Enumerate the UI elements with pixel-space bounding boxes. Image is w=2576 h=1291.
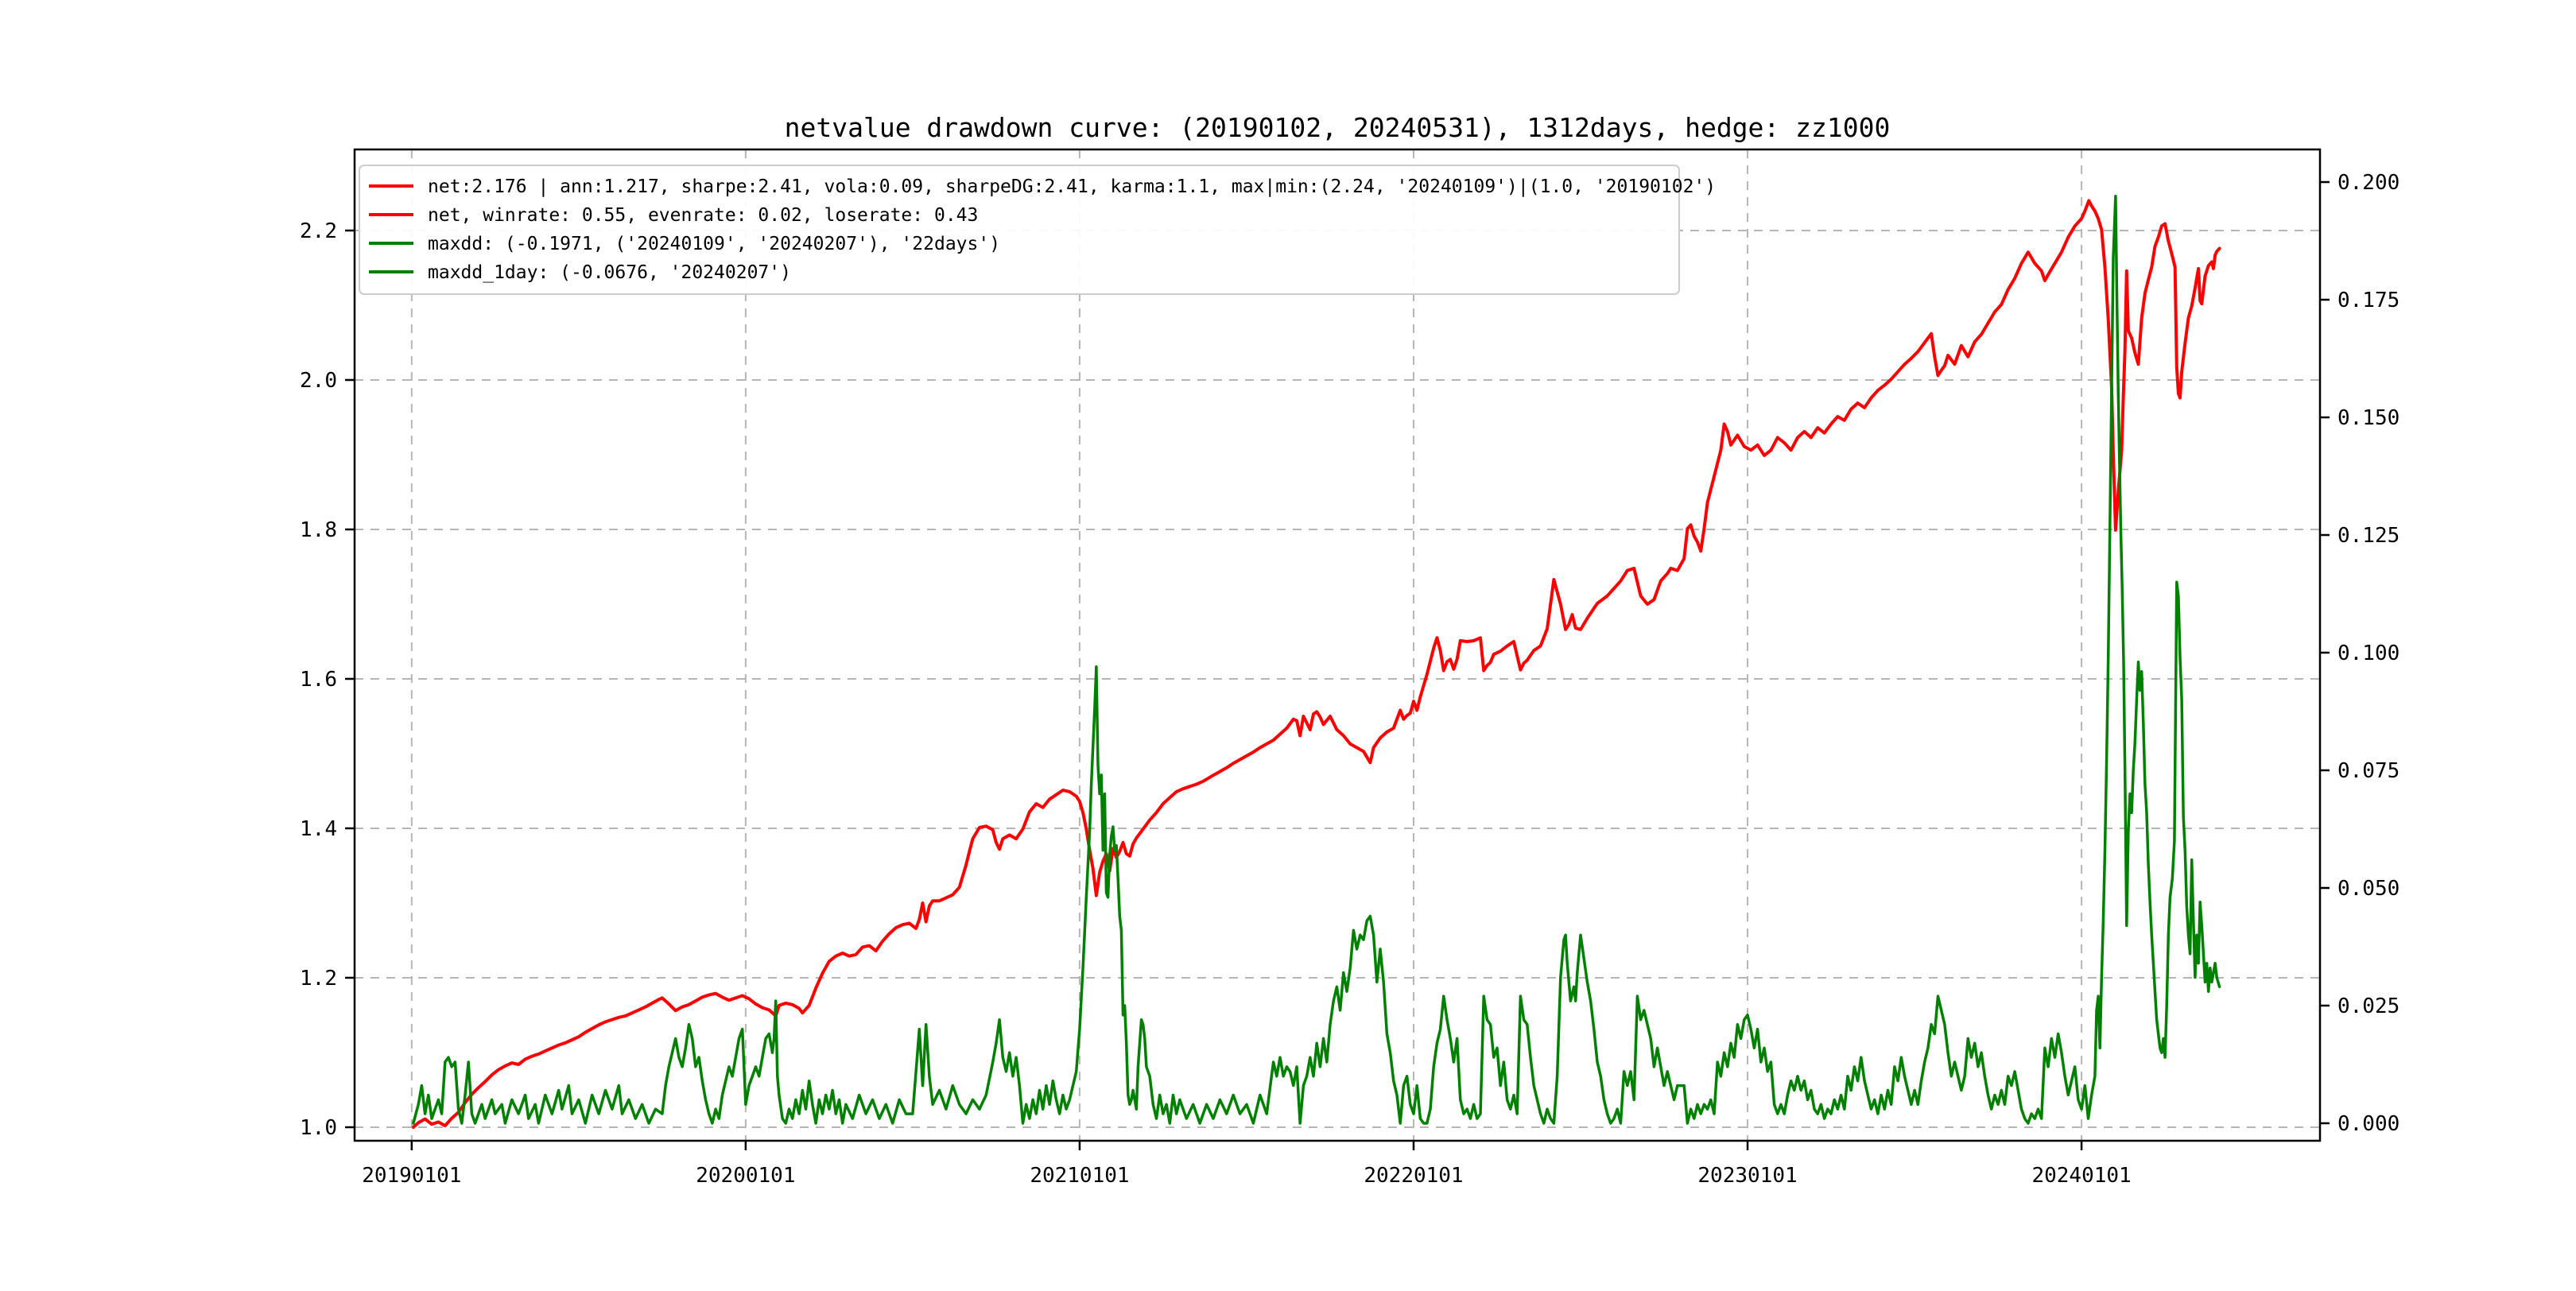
- left-y-tick-label: 2.2: [300, 219, 337, 243]
- x-tick-label: 20240101: [2031, 1164, 2131, 1188]
- right-y-tick-label: 0.125: [2337, 524, 2399, 548]
- legend-item-net-stats: net:2.176 | ann:1.217, sharpe:2.41, vola…: [369, 176, 1716, 197]
- left-y-tick-label: 1.2: [300, 967, 337, 991]
- chart-canvas: netvalue drawdown curve: (20190102, 2024…: [0, 0, 2576, 1288]
- left-y-tick-label: 1.6: [300, 668, 337, 692]
- right-y-tick-label: 0.050: [2337, 877, 2399, 901]
- axis-ticks: [345, 182, 2330, 1150]
- x-tick-label: 20210101: [1030, 1164, 1129, 1188]
- left-y-tick-label: 1.0: [300, 1116, 337, 1140]
- legend-item-maxdd-1day: maxdd_1day: (-0.0676, '20240207'): [369, 262, 791, 283]
- x-tick-label: 20190101: [362, 1164, 461, 1188]
- x-tick-label: 20220101: [1364, 1164, 1463, 1188]
- x-tick-label: 20200101: [696, 1164, 795, 1188]
- legend-label-maxdd: maxdd: (-0.1971, ('20240109', '20240207'…: [428, 234, 1000, 254]
- legend-label-net-stats: net:2.176 | ann:1.217, sharpe:2.41, vola…: [428, 176, 1716, 197]
- net-curve: [413, 200, 2220, 1127]
- series-layer: [413, 196, 2220, 1127]
- right-y-tick-label: 0.075: [2337, 759, 2399, 783]
- legend-item-net-rates: net, winrate: 0.55, evenrate: 0.02, lose…: [369, 205, 978, 226]
- left-y-tick-label: 1.4: [300, 817, 337, 841]
- legend-item-maxdd: maxdd: (-0.1971, ('20240109', '20240207'…: [369, 234, 1000, 254]
- legend-box: net:2.176 | ann:1.217, sharpe:2.41, vola…: [359, 165, 1716, 294]
- right-y-tick-label: 0.025: [2337, 994, 2399, 1018]
- left-y-tick-label: 1.8: [300, 518, 337, 542]
- legend-label-maxdd-1day: maxdd_1day: (-0.0676, '20240207'): [428, 262, 791, 283]
- left-y-tick-label: 2.0: [300, 369, 337, 393]
- right-y-tick-label: 0.200: [2337, 171, 2399, 195]
- right-y-tick-label: 0.100: [2337, 642, 2399, 665]
- chart-title: netvalue drawdown curve: (20190102, 2024…: [785, 112, 1891, 143]
- legend-label-net-rates: net, winrate: 0.55, evenrate: 0.02, lose…: [428, 205, 978, 226]
- right-y-tick-label: 0.000: [2337, 1112, 2399, 1136]
- right-y-tick-label: 0.150: [2337, 406, 2399, 430]
- right-y-tick-label: 0.175: [2337, 289, 2399, 312]
- drawdown-curve: [413, 196, 2220, 1123]
- netvalue-drawdown-figure: netvalue drawdown curve: (20190102, 2024…: [0, 0, 2576, 1291]
- x-tick-label: 20230101: [1697, 1164, 1797, 1188]
